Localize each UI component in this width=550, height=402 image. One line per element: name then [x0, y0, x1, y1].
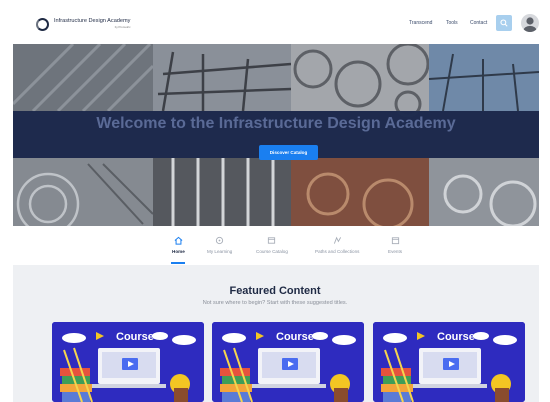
nav-link-transcend[interactable]: Transcend — [409, 20, 432, 26]
svg-text:Course: Course — [437, 331, 475, 343]
calendar-icon — [391, 236, 400, 245]
course-illustration-image: Course — [52, 322, 204, 402]
tab-paths-and-collections-label: Paths and Collections — [315, 249, 360, 254]
home-icon — [174, 236, 183, 245]
tab-course-catalog-label: Course Catalog — [256, 249, 288, 254]
discover-catalog-button[interactable]: Discover Catalog — [259, 145, 318, 160]
featured-title: Featured Content — [229, 285, 321, 297]
tab-home-label: Home — [172, 249, 185, 254]
search-icon — [500, 19, 508, 27]
user-avatar-icon — [523, 17, 537, 32]
paths-icon — [333, 236, 342, 245]
course-illustration-image: Course — [373, 322, 525, 402]
hero-banner: Welcome to the Infrastructure Design Aca… — [13, 44, 539, 226]
svg-text:Course: Course — [116, 331, 154, 343]
nav-link-contact[interactable]: Contact — [470, 20, 487, 26]
tab-my-learning-label: My Learning — [207, 249, 233, 254]
tab-events-label: Events — [388, 249, 403, 254]
featured-card-1[interactable]: Course — [52, 322, 204, 402]
main-tabs: Home My Learning Course Catalog Paths an… — [0, 236, 550, 264]
svg-text:Course: Course — [276, 331, 314, 343]
nav-link-tools[interactable]: Tools — [446, 20, 458, 26]
catalog-icon — [267, 236, 276, 245]
logo-ring-icon — [36, 17, 49, 31]
course-illustration-image: Course — [212, 322, 364, 402]
search-button[interactable] — [496, 15, 512, 31]
featured-card-3[interactable]: Course — [373, 322, 525, 402]
page: Infrastructure Design Academy by Prometr… — [0, 0, 550, 402]
active-tab-indicator — [171, 262, 185, 264]
featured-subtitle: Not sure where to begin? Start with thes… — [202, 300, 348, 306]
featured-card-2[interactable]: Course — [212, 322, 364, 402]
tab-my-learning[interactable]: My Learning — [207, 236, 232, 254]
learning-icon — [215, 236, 224, 245]
tab-course-catalog[interactable]: Course Catalog — [256, 236, 288, 254]
tab-paths-and-collections[interactable]: Paths and Collections — [315, 236, 359, 254]
user-avatar[interactable] — [521, 14, 539, 32]
site-header: Infrastructure Design Academy by Prometr… — [0, 0, 550, 44]
hero-title: Welcome to the Infrastructure Design Aca… — [96, 115, 456, 132]
brand-subtitle: by Prometric — [114, 24, 131, 29]
tab-events[interactable]: Events — [388, 236, 402, 254]
brand-logo[interactable]: Infrastructure Design Academy by Prometr… — [36, 13, 186, 35]
tab-home[interactable]: Home — [172, 236, 185, 254]
